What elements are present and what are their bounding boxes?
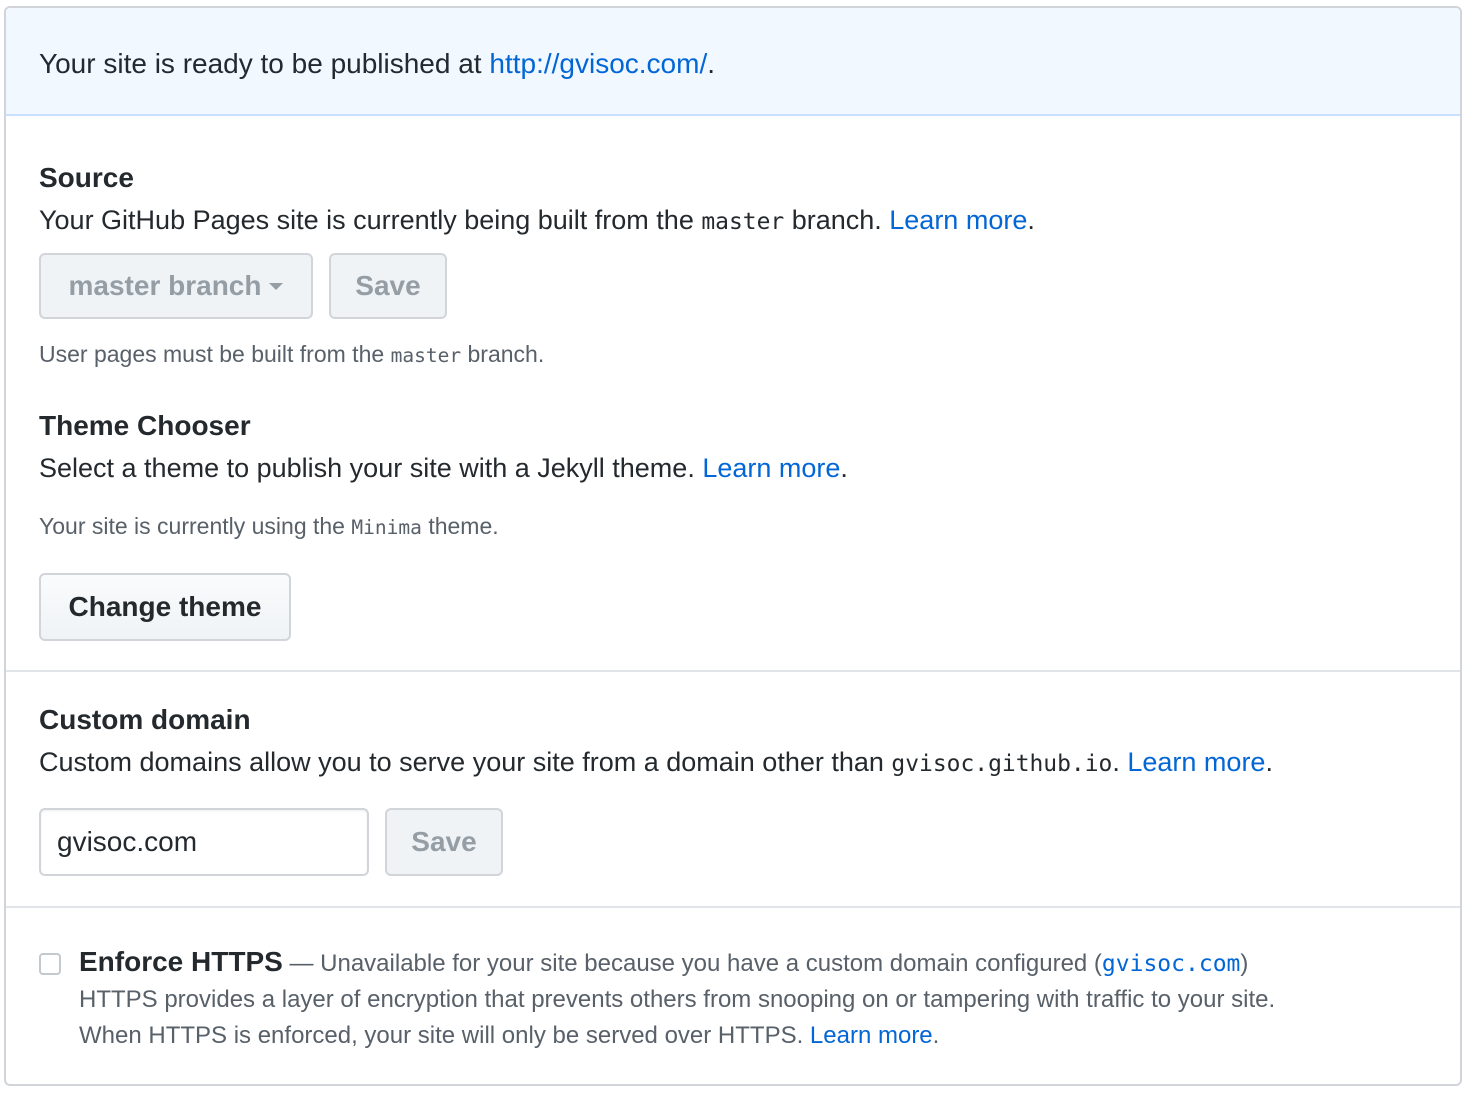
theme-desc-text: Select a theme to publish your site with… [39,453,703,483]
source-note-suffix: branch. [461,341,545,367]
theme-description: Select a theme to publish your site with… [39,450,848,486]
theme-heading: Theme Chooser [39,410,251,441]
https-text-block: Enforce HTTPS — Unavailable for your sit… [79,944,1275,1054]
custom-domain-learn-more-link[interactable]: Learn more [1127,747,1265,777]
source-desc-text: Your GitHub Pages site is currently bein… [39,205,702,235]
theme-desc-suffix: . [840,453,848,483]
theme-note-suffix: theme. [421,513,499,539]
flash-text-suffix: . [707,48,716,79]
theme-note: Your site is currently using the Minima … [39,511,499,543]
publish-flash-banner: Your site is ready to be published at ht… [6,8,1460,116]
source-note-text: User pages must be built from the [39,341,391,367]
flash-text-prefix: Your site is ready to be published at [39,48,490,79]
github-pages-panel: Your site is ready to be published at ht… [4,6,1462,1086]
source-save-button[interactable]: Save [329,253,447,319]
enforce-https-section: Enforce HTTPS — Unavailable for your sit… [6,908,1460,1084]
source-branch-code: master [701,209,785,235]
custom-domain-heading: Custom domain [39,704,251,735]
site-url-link[interactable]: http://gvisoc.com/ [489,48,707,79]
https-close-paren: ) [1240,950,1249,977]
source-learn-more-link[interactable]: Learn more [889,205,1027,235]
https-line-3-suffix: . [932,1022,940,1049]
https-unavailable-text: — Unavailable for your site because you … [282,950,1102,977]
source-note: User pages must be built from the master… [39,339,544,371]
https-line-1: Enforce HTTPS — Unavailable for your sit… [79,944,1275,982]
chevron-down-icon [269,282,284,290]
theme-note-text: Your site is currently using the [39,513,352,539]
source-heading: Source [39,162,134,193]
source-section: Source Your GitHub Pages site is current… [6,116,1460,672]
custom-domain-section: Custom domain Custom domains allow you t… [6,672,1460,908]
https-line-3-text: When HTTPS is enforced, your site will o… [79,1022,810,1049]
https-line-3: When HTTPS is enforced, your site will o… [79,1018,1275,1054]
change-theme-button[interactable]: Change theme [39,573,291,641]
source-desc-suffix: . [1027,205,1035,235]
custom-domain-desc-text: Custom domains allow you to serve your s… [39,747,892,777]
theme-learn-more-link[interactable]: Learn more [702,453,840,483]
custom-domain-input[interactable]: gvisoc.com [39,808,369,876]
enforce-https-label: Enforce HTTPS [79,946,283,977]
custom-domain-desc-suffix: . [1265,747,1273,777]
source-desc-mid: branch. [784,205,890,235]
custom-domain-description: Custom domains allow you to serve your s… [39,744,1273,782]
branch-select-button[interactable]: master branch [39,253,313,319]
https-domain-code: gvisoc.com [1101,951,1241,977]
branch-select-label: master branch [68,270,262,301]
https-learn-more-link[interactable]: Learn more [810,1022,933,1049]
github-io-domain-code: gvisoc.github.io [891,751,1113,777]
source-note-code: master [390,344,462,367]
custom-domain-desc-mid: . [1112,747,1128,777]
source-description: Your GitHub Pages site is currently bein… [39,202,1035,240]
enforce-https-checkbox[interactable] [39,953,61,975]
theme-name-code: Minima [351,516,422,539]
custom-domain-save-button[interactable]: Save [385,808,503,876]
https-line-2: HTTPS provides a layer of encryption tha… [79,986,1276,1013]
